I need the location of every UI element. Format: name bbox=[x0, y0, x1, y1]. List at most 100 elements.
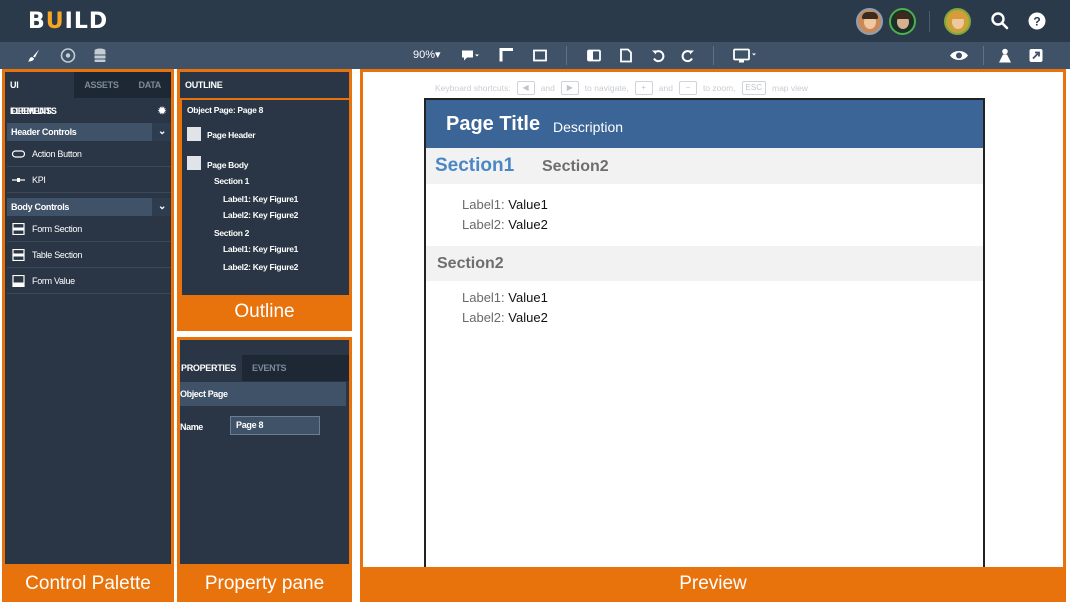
tab-properties[interactable]: PROPERTIES bbox=[180, 355, 243, 381]
field-row[interactable]: Label1: Value1 bbox=[462, 290, 548, 305]
svg-text:?: ? bbox=[1033, 15, 1040, 29]
toolbar-divider bbox=[566, 46, 567, 65]
user-avatar[interactable] bbox=[944, 8, 971, 35]
plus-key-icon: + bbox=[634, 81, 653, 95]
undo-icon[interactable] bbox=[650, 47, 666, 64]
outline-page-body[interactable]: Page Body bbox=[207, 160, 249, 170]
object-type-row: Object Page bbox=[180, 382, 346, 406]
shortcut-and: and bbox=[540, 83, 555, 93]
outline-panel: OUTLINE Object Page: Page 8 Page Header … bbox=[177, 69, 352, 331]
palette-item-table-section[interactable]: Table Section bbox=[7, 242, 171, 268]
tab-assets[interactable]: ASSETS bbox=[74, 72, 128, 98]
tab-section2[interactable]: Section2 bbox=[542, 158, 609, 176]
tab-events[interactable]: EVENTS bbox=[242, 355, 296, 381]
arrow-right-key-icon: ▶ bbox=[560, 81, 579, 95]
palette-item-label: Action Button bbox=[32, 149, 82, 159]
collaborator-avatar[interactable] bbox=[889, 8, 916, 35]
arrow-left-key-icon: ◀ bbox=[516, 81, 535, 95]
field-label: Label1: bbox=[462, 290, 505, 305]
zoom-select[interactable]: 90%▾ bbox=[413, 48, 441, 61]
help-icon[interactable]: ? bbox=[1027, 11, 1047, 31]
property-pane-panel: PROPERTIES EVENTS Object Page Name Page … bbox=[177, 337, 352, 567]
outline-page-header[interactable]: Page Header bbox=[207, 130, 256, 140]
redo-icon[interactable] bbox=[680, 47, 696, 64]
outline-s1-label2[interactable]: Label2: Key Figure2 bbox=[223, 210, 298, 220]
group-label: Header Controls bbox=[11, 127, 77, 137]
header-divider bbox=[929, 11, 930, 32]
group-header-controls[interactable]: Header Controls ⌄ bbox=[7, 123, 171, 141]
palette-item-form-value[interactable]: Form Value bbox=[7, 268, 171, 294]
comment-icon[interactable] bbox=[460, 47, 480, 64]
control-palette-label: Control Palette bbox=[2, 567, 174, 602]
page-header-icon bbox=[187, 127, 201, 141]
theme-icon[interactable] bbox=[60, 47, 76, 64]
outline-root[interactable]: Object Page: Page 8 bbox=[187, 105, 263, 115]
page-description: Description bbox=[553, 119, 624, 135]
palette-item-kpi[interactable]: KPI bbox=[7, 167, 171, 193]
property-tabs: PROPERTIES EVENTS bbox=[180, 355, 349, 381]
device-preview-icon[interactable] bbox=[732, 47, 758, 64]
device-frame: Page Title Description Section1 Section2… bbox=[424, 98, 985, 578]
palette-item-label: Form Section bbox=[32, 224, 82, 234]
outline-section-2[interactable]: Section 2 bbox=[214, 228, 249, 238]
button-icon bbox=[12, 150, 25, 158]
esc-key: ESC bbox=[741, 81, 766, 95]
open-uis-label: OPEN UIS bbox=[11, 106, 52, 116]
field-value: Value1 bbox=[508, 197, 548, 212]
build-logo[interactable]: BUILD bbox=[28, 9, 108, 34]
collaborator-avatar[interactable] bbox=[856, 8, 883, 35]
group-body-controls[interactable]: Body Controls ⌄ bbox=[7, 198, 171, 216]
chevron-down-icon[interactable]: ⌄ bbox=[152, 198, 171, 216]
outline-s2-label2[interactable]: Label2: Key Figure2 bbox=[223, 262, 298, 272]
section2-header[interactable]: Section2 bbox=[426, 246, 983, 281]
palette-item-action-button[interactable]: Action Button bbox=[7, 141, 171, 167]
toolbar-divider bbox=[713, 46, 714, 65]
keyboard-shortcuts-hint: Keyboard shortcuts: ◀ and ▶ to navigate,… bbox=[435, 81, 808, 95]
preview-label: Preview bbox=[360, 567, 1066, 602]
toolbar-divider bbox=[983, 46, 984, 65]
eye-icon[interactable] bbox=[949, 47, 969, 64]
tab-section1[interactable]: Section1 bbox=[435, 155, 514, 177]
tab-data[interactable]: DATA bbox=[129, 72, 171, 98]
field-value: Value1 bbox=[508, 290, 548, 305]
control-palette-panel: UI ELEMENTS ASSETS DATA OPEN UIS ✹ Heade… bbox=[2, 69, 174, 567]
palette-item-label: Table Section bbox=[32, 250, 83, 260]
property-pane-label: Property pane bbox=[177, 567, 352, 602]
shortcut-map: map view bbox=[772, 83, 808, 93]
search-icon[interactable] bbox=[990, 11, 1010, 31]
tab-ui-elements[interactable]: UI ELEMENTS bbox=[5, 72, 75, 116]
outline-section-1[interactable]: Section 1 bbox=[214, 176, 249, 186]
section2-title: Section2 bbox=[437, 255, 504, 272]
tab-outline[interactable]: OUTLINE bbox=[180, 72, 233, 98]
page-icon[interactable] bbox=[618, 47, 634, 64]
shortcut-prefix: Keyboard shortcuts: bbox=[435, 83, 511, 93]
chevron-down-icon[interactable]: ⌄ bbox=[152, 123, 171, 141]
field-row[interactable]: Label2: Value2 bbox=[462, 310, 548, 325]
preview-panel: Keyboard shortcuts: ◀ and ▶ to navigate,… bbox=[360, 69, 1066, 602]
database-icon[interactable] bbox=[93, 47, 107, 64]
page-body-icon bbox=[187, 156, 201, 170]
crop-icon[interactable] bbox=[499, 47, 515, 64]
brush-icon[interactable] bbox=[26, 47, 42, 64]
layout-icon[interactable] bbox=[586, 47, 602, 64]
outline-s1-label1[interactable]: Label1: Key Figure1 bbox=[223, 194, 298, 204]
form-section-icon bbox=[12, 223, 25, 235]
outline-s2-label1[interactable]: Label1: Key Figure1 bbox=[223, 244, 298, 254]
field-value: Value2 bbox=[508, 217, 548, 232]
palette-item-form-section[interactable]: Form Section bbox=[7, 216, 171, 242]
outline-tree: Object Page: Page 8 Page Header Page Bod… bbox=[182, 100, 349, 295]
gear-icon[interactable]: ✹ bbox=[158, 103, 166, 120]
field-label: Label1: bbox=[462, 197, 505, 212]
field-row[interactable]: Label2: Value2 bbox=[462, 217, 548, 232]
frame-icon[interactable] bbox=[532, 47, 548, 64]
field-row[interactable]: Label1: Value1 bbox=[462, 197, 548, 212]
minus-key-icon: − bbox=[678, 81, 697, 95]
field-value: Value2 bbox=[508, 310, 548, 325]
kpi-icon bbox=[12, 178, 25, 182]
user-test-icon[interactable] bbox=[996, 47, 1014, 64]
section-tabs: Section1 Section2 bbox=[426, 148, 983, 184]
form-value-icon bbox=[12, 275, 25, 287]
object-page-header[interactable]: Page Title Description bbox=[426, 100, 983, 148]
name-input[interactable]: Page 8 bbox=[230, 416, 320, 435]
share-icon[interactable] bbox=[1028, 47, 1044, 64]
